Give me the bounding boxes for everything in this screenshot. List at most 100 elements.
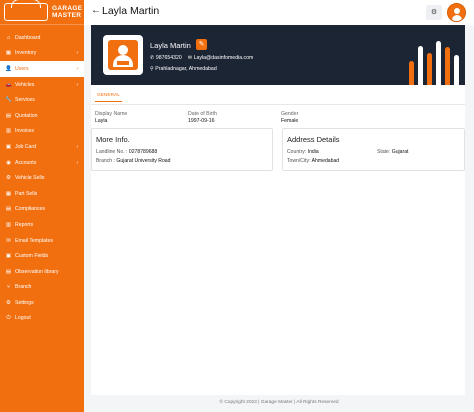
branch-row: Branch : Gujarat University Road bbox=[96, 158, 171, 164]
compliance-icon: ▤ bbox=[5, 206, 12, 213]
sidebar-item-accounts[interactable]: ◉ Accounts › bbox=[0, 155, 84, 171]
sidebar-item-job-card[interactable]: ▣ Job Card › bbox=[0, 139, 84, 155]
document-icon: ▤ bbox=[5, 112, 12, 119]
sidebar-item-branch[interactable]: ⑂ Branch bbox=[0, 280, 84, 296]
more-info-title: More Info. bbox=[96, 135, 130, 144]
topbar: ← Layla Martin ⚙ bbox=[84, 0, 474, 25]
contact-row: ✆ 987654320 ✉ Layla@dasinfomedia.com bbox=[150, 55, 253, 61]
sidebar-item-label: Branch bbox=[15, 284, 32, 291]
grid-icon: ▦ bbox=[5, 50, 12, 57]
state-row: State: Gujarat bbox=[377, 149, 409, 155]
phone-info: ✆ 987654320 bbox=[150, 55, 182, 61]
car-icon: 🚗 bbox=[5, 81, 12, 88]
back-arrow-icon[interactable]: ← bbox=[91, 5, 101, 16]
sidebar-item-settings[interactable]: ⚙ Settings bbox=[0, 295, 84, 311]
sidebar-item-label: Dashboard bbox=[15, 34, 41, 41]
country-row: Country: India bbox=[287, 149, 319, 155]
sidebar-item-dashboard[interactable]: ⌂ Dashboard bbox=[0, 30, 84, 46]
dob-field: Date of Birth 1997-09-16 bbox=[188, 111, 217, 124]
email-icon: ✉ bbox=[6, 237, 11, 244]
logout-icon: ⏻ bbox=[6, 314, 11, 321]
landline-row: Landline No. : 0278789688 bbox=[96, 149, 158, 155]
location-pin-icon: ⚲ bbox=[150, 66, 154, 72]
edit-profile-button[interactable]: ✎ bbox=[196, 39, 207, 50]
reports-icon: ▥ bbox=[5, 221, 12, 228]
sidebar-item-label: Observation library bbox=[15, 268, 59, 275]
pencil-icon: ✎ bbox=[198, 41, 205, 48]
part-sell-icon: ▦ bbox=[5, 190, 12, 197]
tabs: GENERAL bbox=[91, 85, 465, 105]
home-icon: ⌂ bbox=[6, 34, 11, 41]
display-name-field: Display Name Layla bbox=[95, 111, 128, 124]
phone-icon: ✆ bbox=[150, 55, 155, 61]
tab-general[interactable]: GENERAL bbox=[95, 90, 122, 102]
sidebar-item-label: Quotation bbox=[15, 112, 38, 119]
sidebar-item-label: Invoices bbox=[15, 128, 35, 135]
sidebar-item-compliances[interactable]: ▤ Compliances bbox=[0, 202, 84, 218]
chevron-right-icon: › bbox=[76, 50, 78, 57]
sidebar-item-services[interactable]: 🔧 Services bbox=[0, 92, 84, 108]
sidebar-item-label: Reports bbox=[15, 221, 34, 228]
sidebar-item-logout[interactable]: ⏻ Logout bbox=[0, 311, 84, 327]
wrench-icon: 🔧 bbox=[5, 97, 12, 104]
address-info: ⚲ Prahladnagar, Ahmedabad bbox=[150, 66, 217, 72]
sidebar-item-vehicles[interactable]: 🚗 Vehicles › bbox=[0, 77, 84, 93]
sidebar-item-label: Inventory bbox=[15, 50, 37, 57]
sidebar-item-label: Users bbox=[15, 65, 29, 72]
sidebar-item-label: Part Sells bbox=[15, 190, 38, 197]
sidebar-item-part-sells[interactable]: ▦ Part Sells bbox=[0, 186, 84, 202]
sidebar-nav: ⌂ Dashboard ▦ Inventory › 👤 Users › 🚗 Vehicles › 🔧 S… bbox=[0, 25, 84, 326]
sidebar-item-label: Custom Fields bbox=[15, 253, 49, 260]
logo-text: GARAGE MASTER bbox=[52, 5, 83, 19]
sidebar-item-email-templates[interactable]: ✉ Email Templates bbox=[0, 233, 84, 249]
sidebar-item-label: Logout bbox=[15, 315, 31, 322]
logo[interactable]: GARAGE MASTER bbox=[0, 0, 84, 25]
address-details-card: Address Details Country: India State: Gu… bbox=[282, 128, 465, 171]
sidebar-item-inventory[interactable]: ▦ Inventory › bbox=[0, 46, 84, 62]
car-logo-icon bbox=[4, 0, 48, 21]
sidebar-item-label: Compliances bbox=[15, 206, 45, 213]
address-details-title: Address Details bbox=[287, 135, 340, 144]
vehicle-sell-icon: ⚙ bbox=[6, 175, 11, 182]
city-row: Town/City: Ahmedabad bbox=[287, 158, 340, 164]
accounts-icon: ◉ bbox=[6, 159, 11, 166]
custom-fields-icon: ▣ bbox=[5, 253, 12, 260]
branch-icon: ⑂ bbox=[6, 284, 11, 291]
profile-header: Layla Martin ✎ ✆ 987654320 ✉ Layla@dasin… bbox=[91, 25, 465, 85]
gender-field: Gender Female bbox=[281, 111, 299, 124]
sidebar-item-users[interactable]: 👤 Users › bbox=[0, 61, 84, 77]
user-avatar[interactable] bbox=[447, 3, 466, 22]
sidebar-item-custom-fields[interactable]: ▣ Custom Fields bbox=[0, 248, 84, 264]
envelope-icon: ✉ bbox=[187, 55, 193, 61]
profile-avatar bbox=[103, 35, 143, 75]
sidebar-item-invoices[interactable]: ▥ Invoices bbox=[0, 124, 84, 140]
sidebar-item-label: Email Templates bbox=[15, 237, 53, 244]
chevron-right-icon: › bbox=[76, 81, 78, 88]
sidebar-item-label: Settings bbox=[15, 299, 34, 306]
general-content: Display Name Layla Date of Birth 1997-09… bbox=[91, 105, 465, 395]
chevron-right-icon: › bbox=[76, 159, 78, 166]
sidebar-item-observation-library[interactable]: ▤ Observation library bbox=[0, 264, 84, 280]
sidebar-item-reports[interactable]: ▥ Reports bbox=[0, 217, 84, 233]
chevron-right-icon: › bbox=[76, 65, 78, 72]
jobcard-icon: ▣ bbox=[5, 143, 12, 150]
gear-icon: ⚙ bbox=[6, 299, 11, 306]
library-icon: ▤ bbox=[5, 268, 12, 275]
email-info: ✉ Layla@dasinfomedia.com bbox=[187, 55, 254, 61]
sidebar-item-quotation[interactable]: ▤ Quotation bbox=[0, 108, 84, 124]
sidebar-item-label: Vehicles bbox=[15, 81, 35, 88]
chevron-right-icon: › bbox=[76, 143, 78, 150]
settings-button[interactable]: ⚙ bbox=[426, 5, 442, 20]
sidebar: GARAGE MASTER ⌂ Dashboard ▦ Inventory › 👤 User… bbox=[0, 0, 84, 412]
sidebar-item-label: Job Card bbox=[15, 143, 37, 150]
profile-name: Layla Martin bbox=[150, 41, 191, 50]
footer: © Copyright 2023 | Garage Master | All R… bbox=[219, 400, 339, 405]
more-info-card: More Info. Landline No. : 0278789688 Bra… bbox=[91, 128, 273, 171]
page-title: Layla Martin bbox=[102, 5, 160, 17]
decorative-bars bbox=[407, 25, 465, 85]
sidebar-item-label: Vehicle Sells bbox=[15, 175, 45, 182]
sidebar-item-vehicle-sells[interactable]: ⚙ Vehicle Sells bbox=[0, 170, 84, 186]
user-icon: 👤 bbox=[5, 65, 12, 72]
sidebar-item-label: Services bbox=[15, 97, 35, 104]
invoice-icon: ▥ bbox=[5, 128, 12, 135]
